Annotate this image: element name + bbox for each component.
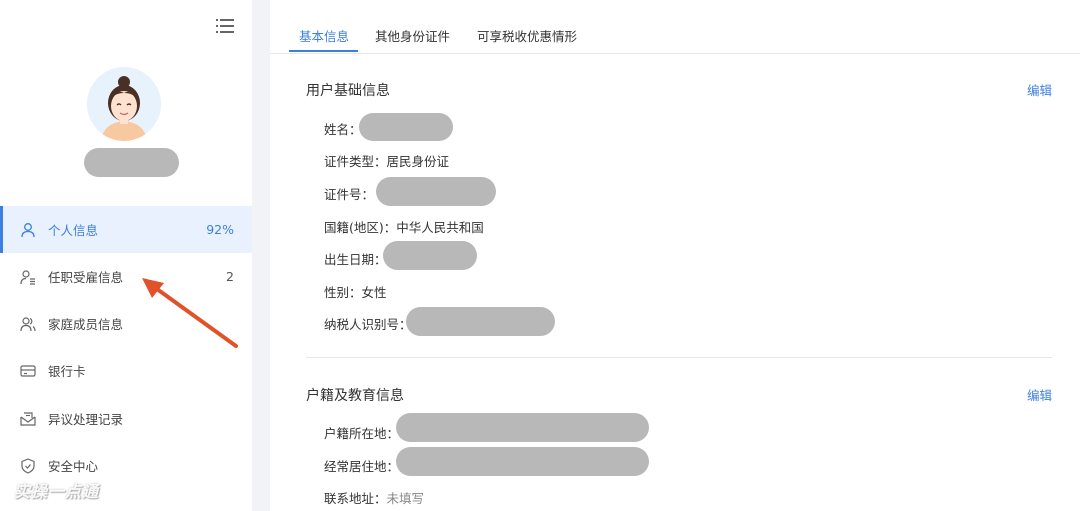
- id-type-field: 证件类型：居民身份证: [324, 154, 450, 169]
- birth-date-label: 出生日期：: [324, 252, 387, 267]
- contact-address-value: 未填写: [386, 491, 425, 506]
- sidebar-item-label: 家庭成员信息: [48, 317, 124, 332]
- section-divider: [306, 357, 1052, 358]
- section-title-basic: 用户基础信息: [306, 83, 390, 99]
- card-icon: [19, 362, 37, 380]
- sidebar-item-dispute-records[interactable]: 异议处理记录: [0, 395, 252, 442]
- nationality-field: 国籍(地区)：中华人民共和国: [324, 220, 484, 235]
- person-icon: [19, 221, 37, 239]
- content-gutter: [252, 0, 270, 511]
- tab-tax-benefits[interactable]: 可享税收优惠情形: [477, 26, 577, 45]
- name-label: 姓名：: [324, 122, 362, 137]
- taxpayer-id-redacted: [406, 307, 555, 336]
- sidebar-item-label: 银行卡: [48, 364, 86, 379]
- avatar[interactable]: [87, 67, 161, 141]
- person-list-icon: [19, 268, 37, 286]
- id-number-label: 证件号：: [324, 187, 375, 202]
- watermark: 实操一点通: [14, 482, 100, 501]
- edit-residence-button[interactable]: 编辑: [1027, 385, 1052, 404]
- residence-redacted: [396, 447, 649, 476]
- completion-percent: 92%: [206, 222, 234, 237]
- username-redacted: [84, 148, 179, 177]
- female-avatar-illustration: [87, 67, 161, 141]
- sidebar-item-personal-info[interactable]: 个人信息 92%: [0, 206, 252, 253]
- red-arrow-pointer-icon: [142, 278, 238, 348]
- sidebar-item-bank-card[interactable]: 银行卡: [0, 347, 252, 394]
- mail-record-icon: [19, 410, 37, 428]
- tab-bar: 基本信息 其他身份证件 可享税收优惠情形: [270, 0, 1080, 54]
- section-title-residence: 户籍及教育信息: [306, 388, 404, 404]
- sidebar-item-label: 任职受雇信息: [48, 270, 124, 285]
- tab-basic-info[interactable]: 基本信息: [299, 26, 349, 45]
- sidebar-item-label: 安全中心: [48, 459, 99, 474]
- family-icon: [19, 315, 37, 333]
- id-number-redacted: [376, 177, 496, 206]
- main-content: 基本信息 其他身份证件 可享税收优惠情形 用户基础信息 编辑 姓名： 证件类型：…: [270, 0, 1080, 511]
- active-tab-indicator: [289, 50, 358, 52]
- tab-other-id-documents[interactable]: 其他身份证件: [375, 26, 450, 45]
- edit-basic-button[interactable]: 编辑: [1027, 80, 1052, 99]
- birth-date-redacted: [383, 241, 477, 270]
- sidebar-item-label: 个人信息: [48, 223, 99, 238]
- hamburger-menu-icon[interactable]: [216, 18, 234, 34]
- household-registration-redacted: [396, 413, 649, 442]
- contact-address-label: 联系地址：未填写: [324, 491, 425, 506]
- taxpayer-id-label: 纳税人识别号：: [324, 317, 412, 332]
- name-redacted: [359, 113, 453, 141]
- sidebar-item-label: 异议处理记录: [48, 412, 124, 427]
- residence-label: 经常居住地：: [324, 459, 400, 474]
- household-registration-label: 户籍所在地：: [324, 426, 400, 441]
- sidebar: 个人信息 92% 任职受雇信息 2 家庭成员信息 银行卡 异议处理记录 安全中心…: [0, 0, 252, 511]
- gender-field: 性别：女性: [324, 285, 387, 300]
- shield-icon: [19, 457, 37, 475]
